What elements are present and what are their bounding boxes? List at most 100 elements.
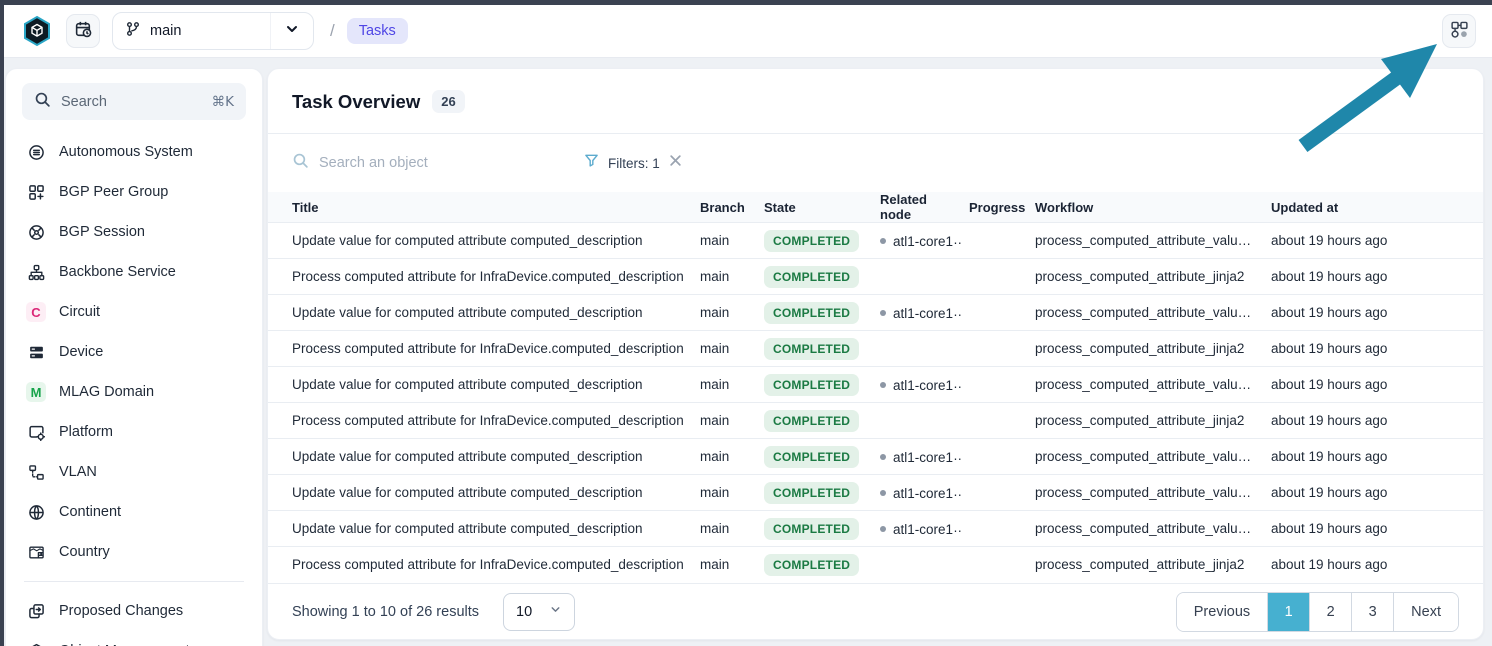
page-button-2[interactable]: 2: [1309, 593, 1351, 631]
cell-branch: main: [692, 475, 756, 511]
table-row[interactable]: Update value for computed attribute comp…: [268, 367, 1483, 403]
cell-progress: [961, 367, 1027, 403]
table-row[interactable]: Update value for computed attribute comp…: [268, 295, 1483, 331]
cell-related-node: [872, 403, 961, 439]
node-name: atl1-core1: [893, 234, 953, 249]
cell-progress: [961, 403, 1027, 439]
topbar: main / Tasks: [4, 5, 1492, 58]
proposed-changes-icon: [26, 601, 46, 621]
node-dot-icon: [880, 310, 886, 316]
cell-progress: [961, 439, 1027, 475]
cell-title: Update value for computed attribute comp…: [268, 367, 692, 403]
branch-selector[interactable]: main: [112, 12, 314, 50]
sidebar-item-device[interactable]: Device: [22, 332, 246, 372]
cell-state: COMPLETED: [756, 259, 872, 295]
page-title: Task Overview: [292, 91, 420, 113]
sidebar-item-label: Proposed Changes: [59, 603, 183, 619]
sidebar-item-proposed-changes[interactable]: Proposed Changes: [22, 591, 246, 631]
clear-filters-icon[interactable]: [669, 154, 682, 172]
sidebar-item-bgp-peer-group[interactable]: BGP Peer Group: [22, 172, 246, 212]
cell-updated-at: about 19 hours ago: [1263, 331, 1483, 367]
search-shortcut: ⌘K: [212, 94, 234, 110]
autonomous-system-icon: [26, 142, 46, 162]
cell-progress: [961, 223, 1027, 259]
cell-progress: [961, 295, 1027, 331]
mlag-letter-badge: M: [26, 382, 46, 402]
table-row[interactable]: Update value for computed attribute comp…: [268, 475, 1483, 511]
sidebar-search[interactable]: ⌘K: [22, 83, 246, 120]
chevron-down-icon: [549, 603, 562, 620]
sidebar-item-label: BGP Session: [59, 224, 145, 240]
sidebar-item-platform[interactable]: Platform: [22, 412, 246, 452]
node-name: atl1-core1: [893, 306, 953, 321]
table-row[interactable]: Update value for computed attribute comp…: [268, 511, 1483, 547]
cell-updated-at: about 19 hours ago: [1263, 403, 1483, 439]
status-badge: COMPLETED: [764, 302, 859, 324]
branch-name: main: [150, 23, 181, 39]
sidebar-item-country[interactable]: Country: [22, 532, 246, 572]
object-search-input[interactable]: [319, 155, 489, 171]
table-row[interactable]: Process computed attribute for InfraDevi…: [268, 547, 1483, 583]
cell-state: COMPLETED: [756, 511, 872, 547]
cell-workflow: process_computed_attribute_value_jinja2: [1027, 295, 1263, 331]
cell-related-node: atl1-core1: [872, 439, 961, 475]
cell-branch: main: [692, 295, 756, 331]
results-summary: Showing 1 to 10 of 26 results: [292, 604, 479, 620]
previous-page-button[interactable]: Previous: [1177, 593, 1267, 631]
cell-title: Update value for computed attribute comp…: [268, 223, 692, 259]
table-row[interactable]: Update value for computed attribute comp…: [268, 439, 1483, 475]
node-name: atl1-core1: [893, 378, 953, 393]
next-page-button[interactable]: Next: [1393, 593, 1458, 631]
sidebar-item-bgp-session[interactable]: BGP Session: [22, 212, 246, 252]
sidebar-search-input[interactable]: [61, 94, 202, 110]
table-row[interactable]: Process computed attribute for InfraDevi…: [268, 331, 1483, 367]
cell-branch: main: [692, 223, 756, 259]
breadcrumb-separator: /: [330, 21, 335, 41]
sidebar-item-autonomous-system[interactable]: Autonomous System: [22, 132, 246, 172]
infrahub-logo-icon[interactable]: [20, 14, 54, 48]
table-row[interactable]: Update value for computed attribute comp…: [268, 223, 1483, 259]
cell-workflow: process_computed_attribute_value_jinja2: [1027, 475, 1263, 511]
cell-progress: [961, 259, 1027, 295]
diagram-icon: [1450, 20, 1469, 42]
search-icon: [34, 91, 51, 113]
node-dot-icon: [880, 382, 886, 388]
sidebar-item-circuit[interactable]: C Circuit: [22, 292, 246, 332]
schema-visualizer-button[interactable]: [1442, 14, 1476, 48]
col-title: Title: [268, 192, 692, 223]
table-row[interactable]: Process computed attribute for InfraDevi…: [268, 259, 1483, 295]
sidebar-item-mlag-domain[interactable]: M MLAG Domain: [22, 372, 246, 412]
col-branch: Branch: [692, 192, 756, 223]
sidebar-item-label: Continent: [59, 504, 121, 520]
page-button-3[interactable]: 3: [1351, 593, 1393, 631]
cell-branch: main: [692, 259, 756, 295]
tasks-table: Title Branch State Related node Progress…: [268, 192, 1483, 583]
time-travel-button[interactable]: [66, 14, 100, 48]
bgp-peer-group-icon: [26, 182, 46, 202]
cell-workflow: process_computed_attribute_value_jinja2: [1027, 367, 1263, 403]
page-button-1[interactable]: 1: [1267, 593, 1309, 631]
cell-branch: main: [692, 367, 756, 403]
panel-header: Task Overview 26: [268, 69, 1483, 134]
node-dot-icon: [880, 454, 886, 460]
table-row[interactable]: Process computed attribute for InfraDevi…: [268, 403, 1483, 439]
cell-related-node: [872, 547, 961, 583]
breadcrumb-tasks[interactable]: Tasks: [347, 18, 408, 44]
cell-workflow: process_computed_attribute_value_jinja2: [1027, 439, 1263, 475]
sidebar-item-continent[interactable]: Continent: [22, 492, 246, 532]
cell-title: Update value for computed attribute comp…: [268, 439, 692, 475]
cell-branch: main: [692, 331, 756, 367]
page-size-select[interactable]: 10: [503, 593, 575, 631]
branch-dropdown-toggle[interactable]: [270, 13, 313, 49]
status-badge: COMPLETED: [764, 230, 859, 252]
filters-chip[interactable]: Filters: 1: [584, 153, 682, 173]
cell-related-node: atl1-core1: [872, 295, 961, 331]
sidebar-item-object-management[interactable]: Object Management: [22, 631, 246, 646]
object-search[interactable]: [292, 152, 512, 174]
content-area: ⌘K Autonomous System: [4, 58, 1492, 646]
sidebar: ⌘K Autonomous System: [5, 68, 263, 646]
sidebar-item-backbone-service[interactable]: Backbone Service: [22, 252, 246, 292]
bgp-session-icon: [26, 222, 46, 242]
cell-related-node: [872, 331, 961, 367]
sidebar-item-vlan[interactable]: VLAN: [22, 452, 246, 492]
